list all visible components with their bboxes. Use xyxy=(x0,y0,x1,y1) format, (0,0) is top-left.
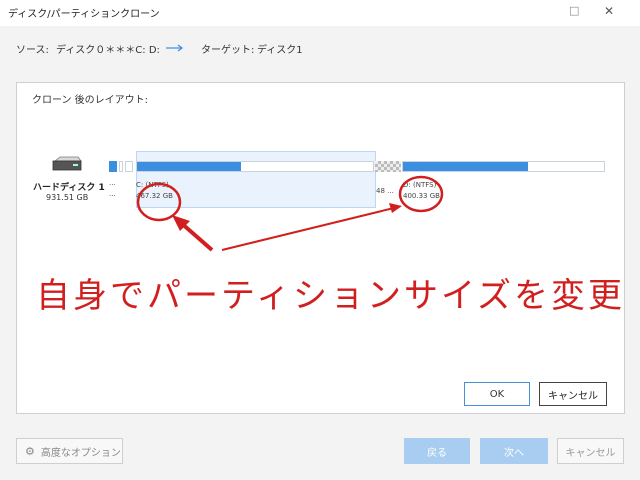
partition-c-used-fill xyxy=(137,162,241,171)
close-icon[interactable]: ✕ xyxy=(604,4,614,18)
disk-size: 931.51 GB xyxy=(46,193,89,202)
unallocated-label: 48 ... xyxy=(376,187,394,195)
next-button[interactable]: 次へ xyxy=(480,438,548,464)
arrow-right-icon xyxy=(166,44,183,52)
maximize-icon[interactable]: □ xyxy=(569,4,579,17)
annotation-text: 自身でパーティションサイズを変更 xyxy=(36,276,625,316)
partition-reserved-2[interactable] xyxy=(119,161,123,172)
partition-dots-1: ... xyxy=(109,179,116,187)
clone-path-bar: ソース: ディスク０＊＊＊C: D: ターゲット: ディスク1 xyxy=(0,26,640,71)
ok-button[interactable]: OK xyxy=(464,382,530,406)
layout-panel: クローン 後のレイアウト: ハードディスク 1 931.51 GB ... ..… xyxy=(16,82,625,414)
panel-cancel-button[interactable]: キャンセル xyxy=(539,382,607,406)
back-button[interactable]: 戻る xyxy=(404,438,470,464)
window-title: ディスク/パーティションクローン xyxy=(8,9,160,20)
partition-c-label: C: (NTFS) xyxy=(136,181,169,189)
partition-reserved-3[interactable] xyxy=(125,161,133,172)
partition-d-size: 400.33 GB xyxy=(403,192,440,200)
gear-icon: ⚙ xyxy=(25,444,35,458)
partition-dots-2: ... xyxy=(109,190,116,198)
title-bar: ディスク/パーティションクローン □ ✕ xyxy=(0,0,640,26)
target-label: ターゲット: xyxy=(201,45,255,56)
partition-d-label: D: (NTFS) xyxy=(403,181,437,189)
advanced-options-button[interactable]: ⚙ 高度なオプション xyxy=(16,438,123,464)
partition-d-used-fill xyxy=(403,162,528,171)
source-label: ソース: xyxy=(16,45,49,56)
unallocated-space[interactable] xyxy=(375,161,401,172)
cancel-button[interactable]: キャンセル xyxy=(557,438,624,464)
partition-c-bar[interactable] xyxy=(136,161,374,172)
target-value: ディスク1 xyxy=(257,45,303,56)
source-value: ディスク０＊＊＊C: D: xyxy=(56,45,160,56)
disk-name: ハードディスク 1 xyxy=(33,183,105,193)
panel-title: クローン 後のレイアウト: xyxy=(32,95,149,106)
partition-reserved-1[interactable] xyxy=(109,161,117,172)
advanced-options-label: 高度なオプション xyxy=(40,447,121,459)
partition-d-bar[interactable] xyxy=(402,161,605,172)
hard-drive-icon xyxy=(52,156,82,171)
partition-c-size: 467.32 GB xyxy=(136,192,173,200)
